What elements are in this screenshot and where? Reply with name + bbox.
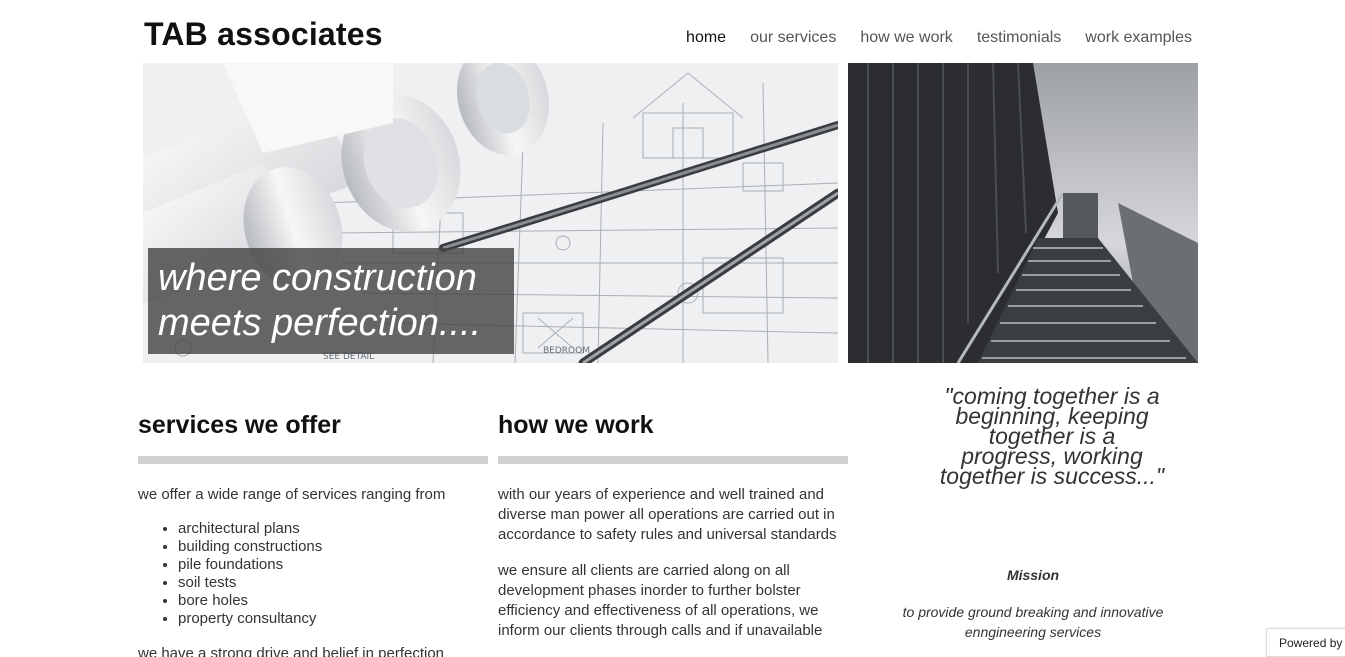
nav-how-we-work[interactable]: how we work xyxy=(860,28,952,48)
powered-by-badge[interactable]: Powered by xyxy=(1266,628,1345,657)
hero-stairway-image xyxy=(848,63,1198,363)
services-section: services we offer we offer a wide range … xyxy=(138,408,488,657)
services-intro: we offer a wide range of services rangin… xyxy=(138,486,446,503)
nav-home[interactable]: home xyxy=(686,28,726,48)
how-we-work-paragraph-2: we ensure all clients are carried along … xyxy=(498,562,823,639)
nav-our-services[interactable]: our services xyxy=(750,28,836,48)
hero-caption-line2: meets perfection.... xyxy=(158,302,482,344)
services-divider xyxy=(138,456,488,464)
how-we-work-paragraph-1: with our years of experience and well tr… xyxy=(498,486,837,543)
how-we-work-section: how we work with our years of experience… xyxy=(498,408,848,641)
nav-work-examples[interactable]: work examples xyxy=(1085,28,1192,48)
hero-caption-line1: where construction xyxy=(158,257,477,299)
hero-caption: where construction meets perfection.... xyxy=(148,248,514,354)
services-heading: services we offer xyxy=(138,411,341,439)
list-item: architectural plans xyxy=(178,520,488,538)
hero-blueprint-image: BEDROOM SEE DETAIL where construction me… xyxy=(143,63,838,363)
how-we-work-divider xyxy=(498,456,848,464)
page: TAB associates home our services how we … xyxy=(0,0,1345,657)
nav-testimonials[interactable]: testimonials xyxy=(977,28,1061,48)
list-item: building constructions xyxy=(178,538,488,556)
list-item: property consultancy xyxy=(178,610,488,628)
list-item: pile foundations xyxy=(178,556,488,574)
site-logo[interactable]: TAB associates xyxy=(144,16,383,53)
mission-title: Mission xyxy=(1006,567,1060,583)
how-we-work-heading: how we work xyxy=(498,411,654,439)
mission-text: to provide ground breaking and innovativ… xyxy=(902,604,1164,640)
blueprint-label-bedroom: BEDROOM xyxy=(543,346,590,356)
services-more: we have a strong drive and belief in per… xyxy=(138,645,445,657)
list-item: bore holes xyxy=(178,592,488,610)
stairway-illustration xyxy=(848,63,1198,363)
quote-text: "coming together is a beginning, keeping… xyxy=(939,383,1165,489)
main-nav: home our services how we work testimonia… xyxy=(662,28,1192,48)
list-item: soil tests xyxy=(178,574,488,592)
services-list: architectural plans building constructio… xyxy=(178,520,488,628)
